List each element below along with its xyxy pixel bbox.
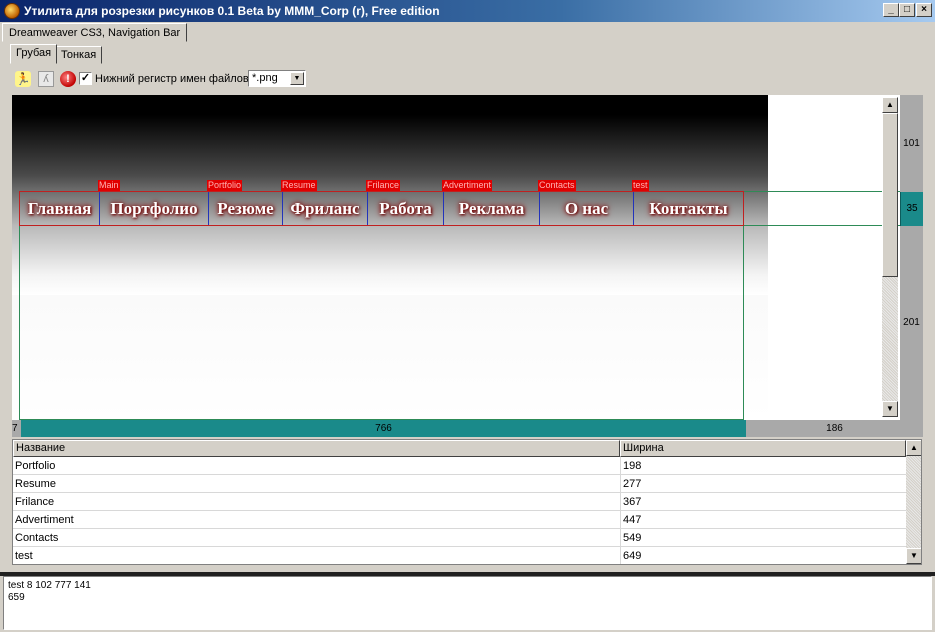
tab-coarse[interactable]: Грубая [10, 44, 58, 64]
row-height-segment[interactable]: 101 [900, 95, 923, 192]
log-line: test 8 102 777 141 [8, 580, 91, 591]
log-line: 659 [8, 592, 25, 603]
table-row[interactable]: test 649 [13, 547, 906, 564]
slice-width-cell: 549 [620, 529, 906, 547]
walk-icon[interactable]: ʎ [38, 71, 54, 87]
format-select-value: *.png [252, 72, 278, 84]
maximize-button[interactable]: □ [899, 3, 915, 17]
slice-tag-portfolio: Portfolio [207, 180, 243, 191]
nav-item-resume[interactable]: Резюме [208, 192, 282, 225]
nav-item-advertising[interactable]: Реклама [443, 192, 539, 225]
lowercase-filenames-checkbox[interactable]: ✓ [79, 72, 92, 85]
scroll-up-button[interactable]: ▲ [882, 97, 898, 113]
run-icon[interactable]: 🏃 [15, 71, 31, 87]
slice-name-cell: Advertiment [15, 514, 74, 526]
chevron-down-icon[interactable]: ▼ [290, 72, 304, 85]
window-title: Утилита для розрезки рисунков 0.1 Beta b… [24, 4, 440, 18]
mode-tab-strip: Грубая Тонкая [0, 44, 935, 64]
slice-width-cell: 367 [620, 493, 906, 511]
slice-tag-advertiment: Advertiment [442, 180, 493, 191]
minimize-button[interactable]: _ [883, 3, 899, 17]
table-scroll-down-button[interactable]: ▼ [906, 548, 921, 564]
column-width-segment[interactable]: 7 [12, 420, 21, 437]
table-row[interactable]: Portfolio 198 [13, 457, 906, 475]
slice-tag-contacts: Contacts [538, 180, 576, 191]
scroll-down-button[interactable]: ▼ [882, 401, 898, 417]
slice-tag-frilance: Frilance [366, 180, 401, 191]
slice-name-cell: Frilance [15, 496, 55, 508]
lowercase-filenames-label: Нижний регистр имен файлов [95, 73, 249, 85]
column-header-width[interactable]: Ширина [620, 440, 906, 457]
column-width-ruler: 7 766 186 [12, 420, 923, 437]
title-bar: Утилита для розрезки рисунков 0.1 Beta b… [0, 0, 935, 22]
nav-item-freelance[interactable]: Фриланс [282, 192, 367, 225]
slice-name-cell: Portfolio [15, 460, 56, 472]
nav-item-work[interactable]: Работа [367, 192, 443, 225]
column-width-segment-selected[interactable]: 766 [21, 420, 746, 437]
slice-tag-resume: Resume [281, 180, 317, 191]
slice-width-cell: 198 [620, 457, 906, 475]
column-width-segment[interactable]: 186 [746, 420, 923, 437]
document-tab-strip: Dreamweaver CS3, Navigation Bar [0, 22, 935, 42]
nav-item-about[interactable]: О нас [539, 192, 633, 225]
slice-width-cell: 649 [620, 547, 906, 564]
table-vertical-scrollbar[interactable]: ▲ ▼ [906, 440, 921, 564]
column-header-name[interactable]: Название [13, 440, 620, 457]
slice-name-cell: Resume [15, 478, 56, 490]
table-row[interactable]: Frilance 367 [13, 493, 906, 511]
slice-tag-test: test [632, 180, 649, 191]
stop-icon[interactable]: ! [60, 71, 76, 87]
close-button[interactable]: × [916, 3, 932, 17]
slice-width-cell: 447 [620, 511, 906, 529]
nav-item-portfolio[interactable]: Портфолио [99, 192, 208, 225]
nav-item-contacts[interactable]: Контакты [633, 192, 743, 225]
image-preview[interactable]: Главная Портфолио Резюме Фриланс Работа … [12, 95, 900, 420]
log-output[interactable]: test 8 102 777 141 659 [3, 576, 932, 630]
format-select[interactable]: *.png ▼ [248, 70, 306, 87]
slice-name-cell: test [15, 550, 33, 562]
app-icon [4, 3, 20, 19]
tab-fine[interactable]: Тонкая [55, 46, 103, 64]
preview-vertical-scrollbar[interactable]: ▲ ▼ [882, 97, 898, 417]
tab-dreamweaver-navigation-bar[interactable]: Dreamweaver CS3, Navigation Bar [2, 23, 188, 42]
row-height-ruler: 101 35 201 [900, 95, 923, 420]
table-header: Название Ширина [13, 440, 906, 457]
slice-width-cell: 277 [620, 475, 906, 493]
table-row[interactable]: Resume 277 [13, 475, 906, 493]
row-height-segment-selected[interactable]: 35 [900, 192, 923, 226]
slices-table: Название Ширина Portfolio 198 Resume 277… [12, 439, 922, 565]
row-height-segment[interactable]: 201 [900, 226, 923, 420]
table-scroll-up-button[interactable]: ▲ [906, 440, 921, 456]
table-row[interactable]: Contacts 549 [13, 529, 906, 547]
slice-name-cell: Contacts [15, 532, 59, 544]
slice-row-guides [744, 191, 900, 226]
table-row[interactable]: Advertiment 447 [13, 511, 906, 529]
slice-tag-main: Main [98, 180, 120, 191]
scroll-thumb[interactable] [882, 113, 898, 277]
nav-item-main[interactable]: Главная [20, 192, 99, 225]
